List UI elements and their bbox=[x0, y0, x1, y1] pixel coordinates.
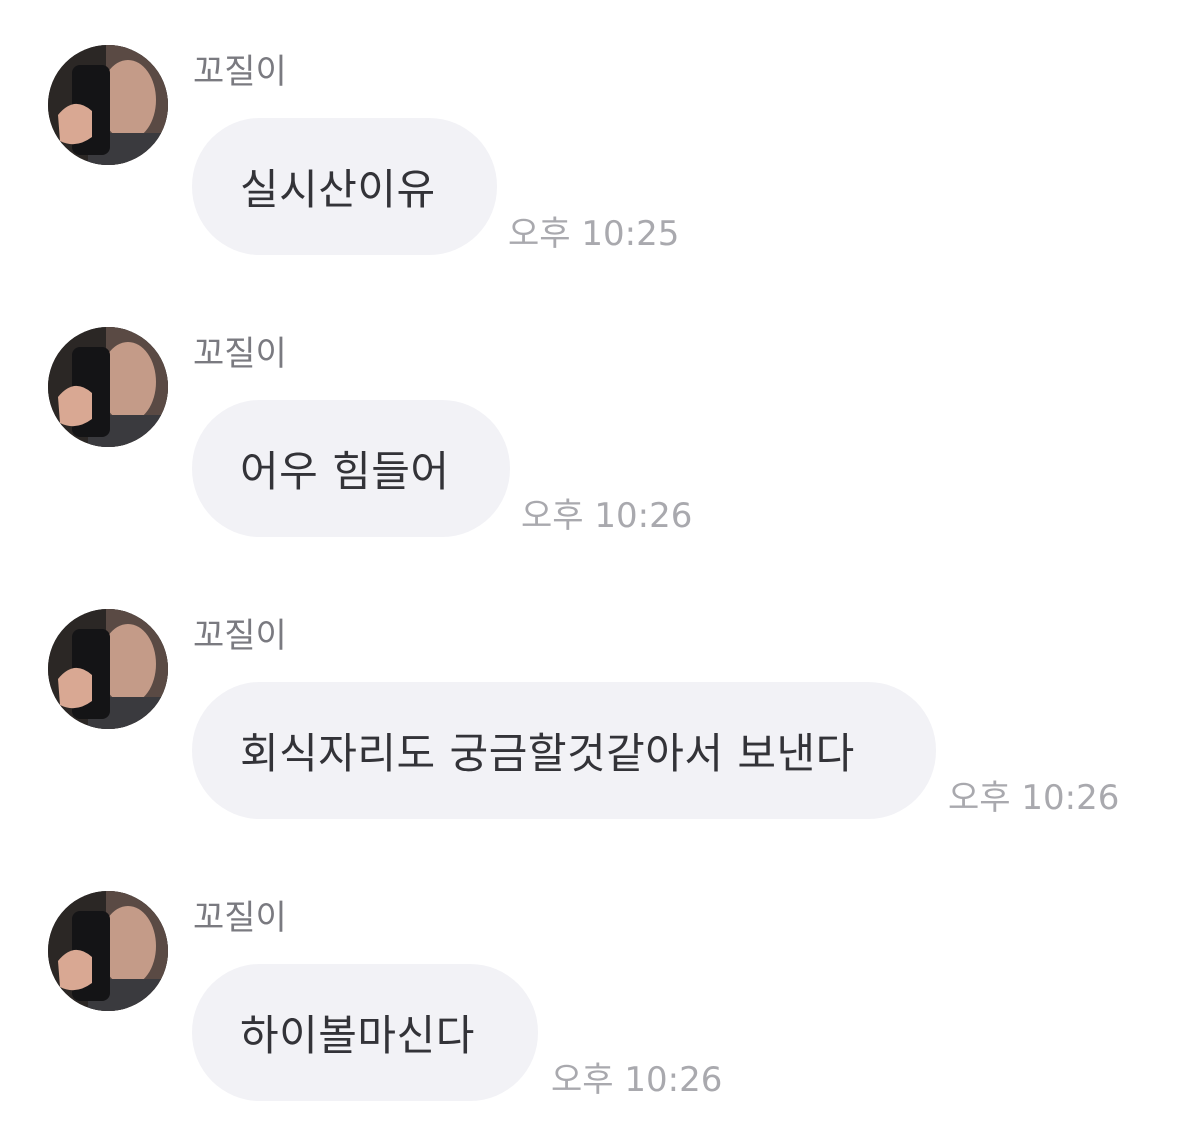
sender-name: 꼬질이 bbox=[193, 334, 287, 374]
sender-name: 꼬질이 bbox=[193, 616, 287, 656]
sender-name: 꼬질이 bbox=[193, 52, 287, 92]
message-bubble[interactable]: 어우 힘들어 bbox=[192, 400, 510, 537]
message-bubble[interactable]: 하이볼마신다 bbox=[192, 964, 538, 1101]
message-text: 실시산이유 bbox=[240, 165, 436, 214]
message-time: 오후 10:25 bbox=[508, 214, 680, 254]
message-time: 오후 10:26 bbox=[521, 496, 693, 536]
message-time: 오후 10:26 bbox=[551, 1060, 723, 1100]
avatar-photo-icon bbox=[48, 45, 168, 165]
avatar-photo-icon bbox=[48, 609, 168, 729]
message-row: 꼬질이 실시산이유 오후 10:25 bbox=[0, 0, 1179, 260]
avatar-photo-icon bbox=[48, 327, 168, 447]
sender-name: 꼬질이 bbox=[193, 898, 287, 938]
message-text: 하이볼마신다 bbox=[240, 1011, 475, 1060]
sender-avatar[interactable] bbox=[48, 45, 168, 165]
message-row: 꼬질이 하이볼마신다 오후 10:26 bbox=[0, 846, 1179, 1106]
message-text: 어우 힘들어 bbox=[240, 447, 450, 496]
message-text: 회식자리도 궁금할것같아서 보낸다 bbox=[240, 729, 855, 778]
sender-avatar[interactable] bbox=[48, 327, 168, 447]
message-bubble[interactable]: 실시산이유 bbox=[192, 118, 497, 255]
sender-avatar[interactable] bbox=[48, 891, 168, 1011]
message-bubble[interactable]: 회식자리도 궁금할것같아서 보낸다 bbox=[192, 682, 936, 819]
message-time: 오후 10:26 bbox=[948, 778, 1120, 818]
message-row: 꼬질이 어우 힘들어 오후 10:26 bbox=[0, 282, 1179, 542]
sender-avatar[interactable] bbox=[48, 609, 168, 729]
avatar-photo-icon bbox=[48, 891, 168, 1011]
message-row: 꼬질이 회식자리도 궁금할것같아서 보낸다 오후 10:26 bbox=[0, 564, 1179, 824]
